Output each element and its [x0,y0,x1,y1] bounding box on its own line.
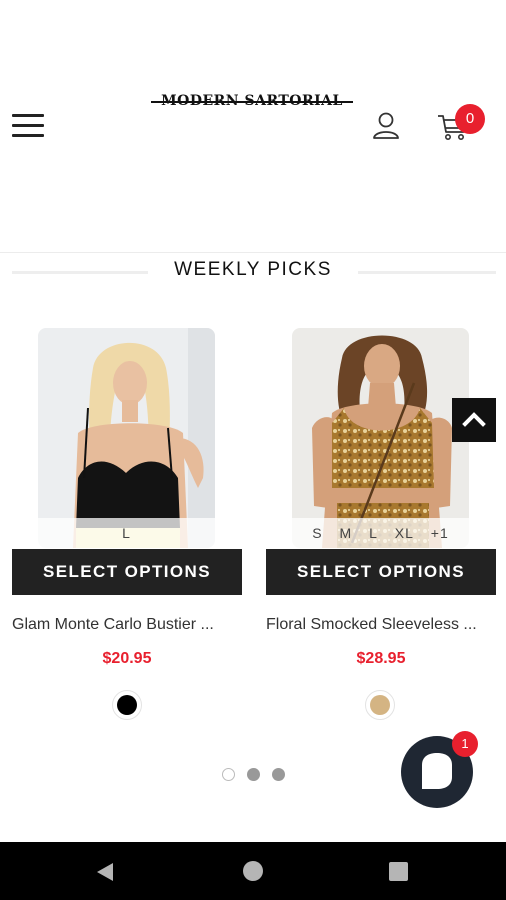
product-image[interactable] [292,328,469,548]
size-option[interactable]: XL [395,525,414,541]
size-option[interactable]: L [369,525,378,541]
heading-rule-left [12,271,148,274]
carousel-dot-3[interactable] [272,768,285,781]
home-circle-icon[interactable] [243,861,263,881]
size-option[interactable]: M [340,525,353,541]
size-option-more[interactable]: +1 [431,525,449,541]
chat-unread-badge: 1 [452,731,478,757]
select-options-button[interactable]: SELECT OPTIONS [12,549,242,595]
system-navigation-bar [0,842,506,900]
hamburger-menu-icon[interactable] [12,114,44,138]
section-title: WEEKLY PICKS [174,259,332,280]
logo-text: MODERN SARTORIAL [151,93,353,109]
size-option[interactable]: S [312,525,322,541]
swatch-color [370,695,390,715]
cart-count-badge: 0 [455,104,485,134]
header-divider [0,252,506,253]
user-icon[interactable] [370,110,402,142]
product-image[interactable] [38,328,215,548]
recents-square-icon[interactable] [389,862,408,881]
site-header: MODERN SARTORIAL 0 [0,0,506,250]
size-options: L [38,518,215,548]
select-options-button[interactable]: SELECT OPTIONS [266,549,496,595]
product-name[interactable]: Glam Monte Carlo Bustier ... [12,616,242,634]
color-swatch[interactable] [365,690,395,720]
back-triangle-icon[interactable] [94,861,116,883]
site-logo[interactable]: MODERN SARTORIAL [142,90,362,114]
carousel-dot-2[interactable] [247,768,260,781]
product-name[interactable]: Floral Smocked Sleeveless ... [266,616,496,634]
carousel-dot-1[interactable] [222,768,235,781]
section-heading: WEEKLY PICKS [0,259,506,285]
size-option[interactable]: L [122,525,131,541]
chevron-up-icon [462,412,486,427]
carousel-pagination [222,768,292,782]
product-price: $28.95 [356,650,406,667]
swatch-color [117,695,137,715]
product-price: $20.95 [102,650,152,667]
heading-rule-right [358,271,496,274]
back-to-top-button[interactable] [452,398,496,442]
size-options: S M L XL +1 [292,518,469,548]
color-swatch[interactable] [112,690,142,720]
